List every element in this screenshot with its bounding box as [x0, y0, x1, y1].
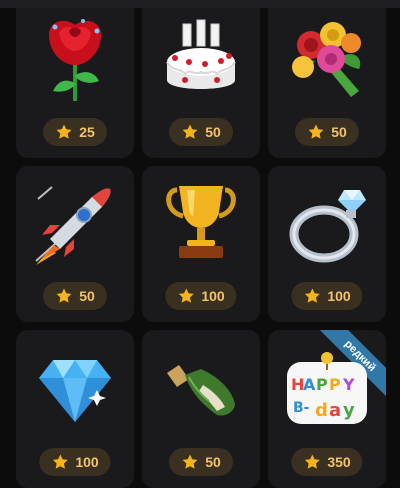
star-icon	[182, 124, 198, 139]
diamond-icon	[16, 340, 134, 440]
price-pill: 100	[39, 448, 111, 476]
gift-card-champagne[interactable]: 50	[142, 330, 260, 488]
price-value: 100	[201, 288, 225, 304]
star-icon	[52, 454, 68, 469]
price-pill: 50	[43, 282, 107, 310]
price-value: 350	[327, 454, 351, 470]
happy-birthday-sticker-icon: H A P P Y B- d a y	[268, 342, 386, 442]
price-pill: 50	[169, 448, 233, 476]
gift-card-happy-birthday[interactable]: редкий H A P P Y B- d a y 350	[268, 330, 386, 488]
price-pill: 100	[291, 282, 363, 310]
star-icon	[56, 124, 72, 139]
trophy-icon	[142, 172, 260, 272]
star-icon	[56, 288, 72, 303]
price-value: 50	[79, 288, 95, 304]
price-value: 25	[79, 124, 95, 140]
price-pill: 100	[165, 282, 237, 310]
price-value: 50	[205, 454, 221, 470]
price-value: 50	[205, 124, 221, 140]
price-pill: 50	[169, 118, 233, 146]
gift-card-trophy[interactable]: 100	[142, 166, 260, 322]
star-icon	[304, 454, 320, 469]
svg-text:d: d	[315, 400, 328, 421]
svg-text:P: P	[329, 375, 341, 394]
gift-card-bouquet[interactable]: 50	[268, 8, 386, 158]
birthday-cake-icon	[142, 8, 260, 108]
gift-card-cake[interactable]: 50	[142, 8, 260, 158]
price-pill: 25	[43, 118, 107, 146]
svg-text:a: a	[329, 400, 341, 421]
champagne-icon	[142, 340, 260, 440]
gift-card-rocket[interactable]: 50	[16, 166, 134, 322]
svg-text:P: P	[316, 375, 328, 394]
svg-text:B-: B-	[293, 400, 310, 416]
gift-grid: 25 50 50 50 100 100 100 50 редкий H A P …	[16, 8, 386, 488]
gift-card-diamond[interactable]: 100	[16, 330, 134, 488]
rose-icon	[16, 8, 134, 108]
star-icon	[182, 454, 198, 469]
price-pill: 50	[295, 118, 359, 146]
price-value: 50	[331, 124, 347, 140]
diamond-ring-icon	[268, 172, 386, 272]
top-bar	[0, 0, 400, 8]
bouquet-icon	[268, 8, 386, 108]
star-icon	[304, 288, 320, 303]
svg-text:y: y	[343, 400, 355, 421]
gift-card-ring[interactable]: 100	[268, 166, 386, 322]
price-value: 100	[75, 454, 99, 470]
gift-card-rose[interactable]: 25	[16, 8, 134, 158]
price-value: 100	[327, 288, 351, 304]
svg-text:A: A	[303, 375, 316, 394]
star-icon	[178, 288, 194, 303]
star-icon	[308, 124, 324, 139]
rocket-icon	[16, 174, 134, 274]
svg-text:Y: Y	[342, 375, 355, 394]
price-pill: 350	[291, 448, 363, 476]
